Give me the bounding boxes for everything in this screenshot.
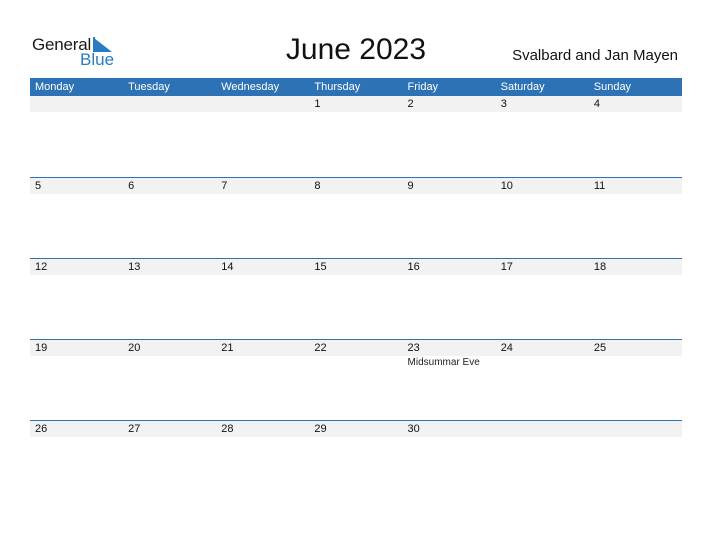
week-row: 1 2 3 4 bbox=[30, 96, 682, 177]
day-number: 14 bbox=[221, 261, 234, 273]
day-cell: 24 bbox=[496, 340, 589, 420]
day-cell: 8 bbox=[309, 178, 402, 258]
weekday-tuesday: Tuesday bbox=[128, 81, 170, 93]
day-cell: 13 bbox=[123, 259, 216, 339]
day-number: 10 bbox=[500, 180, 513, 192]
day-number: 26 bbox=[35, 423, 48, 435]
day-cell: 12 bbox=[30, 259, 123, 339]
day-cell: 5 bbox=[30, 178, 123, 258]
day-cell bbox=[216, 96, 309, 176]
day-number: 11 bbox=[593, 180, 606, 192]
day-number: 1 bbox=[314, 98, 321, 110]
day-cell: 21 bbox=[216, 340, 309, 420]
day-number: 22 bbox=[314, 342, 327, 354]
day-cell: 30 bbox=[403, 421, 496, 501]
day-cell bbox=[496, 421, 589, 501]
day-number: 19 bbox=[35, 342, 48, 354]
day-number: 13 bbox=[128, 261, 141, 273]
weekday-sunday: Sunday bbox=[593, 81, 632, 93]
day-cell: 6 bbox=[123, 178, 216, 258]
week-row: 19 20 21 22 23 Midsummar Eve 24 25 bbox=[30, 339, 682, 420]
day-number: 6 bbox=[128, 180, 135, 192]
day-number: 23 bbox=[407, 342, 420, 354]
day-number: 20 bbox=[128, 342, 141, 354]
weekday-thursday: Thursday bbox=[314, 81, 361, 93]
day-number: 15 bbox=[314, 261, 327, 273]
day-cell: 9 bbox=[403, 178, 496, 258]
day-number: 9 bbox=[407, 180, 414, 192]
day-cell: 22 bbox=[309, 340, 402, 420]
weekday-saturday: Saturday bbox=[500, 81, 545, 93]
weekday-friday: Friday bbox=[407, 81, 439, 93]
day-cell: 7 bbox=[216, 178, 309, 258]
day-cell: 14 bbox=[216, 259, 309, 339]
day-cell: 26 bbox=[30, 421, 123, 501]
day-cell bbox=[30, 96, 123, 176]
day-number: 28 bbox=[221, 423, 234, 435]
day-number: 5 bbox=[35, 180, 42, 192]
day-cell: 18 bbox=[589, 259, 682, 339]
day-number: 18 bbox=[593, 261, 607, 273]
day-number: 29 bbox=[314, 423, 327, 435]
day-cell: 20 bbox=[123, 340, 216, 420]
day-cell: 17 bbox=[496, 259, 589, 339]
holiday-label: Midsummar Eve bbox=[407, 357, 480, 368]
day-cell: 1 bbox=[309, 96, 402, 176]
day-number: 30 bbox=[407, 423, 420, 435]
weekday-header: Monday Tuesday Wednesday Thursday Friday… bbox=[30, 78, 682, 96]
day-number: 7 bbox=[221, 180, 228, 192]
week-row: 5 6 7 8 9 10 11 bbox=[30, 177, 682, 258]
day-number: 4 bbox=[593, 98, 600, 110]
day-cell: 2 bbox=[403, 96, 496, 176]
day-cell: 29 bbox=[309, 421, 402, 501]
day-number: 17 bbox=[500, 261, 513, 273]
day-number: 3 bbox=[500, 98, 507, 110]
day-number: 2 bbox=[407, 98, 414, 110]
day-number: 16 bbox=[407, 261, 420, 273]
day-cell: 23 Midsummar Eve bbox=[403, 340, 496, 420]
day-cell bbox=[123, 96, 216, 176]
day-cell: 28 bbox=[216, 421, 309, 501]
region-name: Svalbard and Jan Mayen bbox=[512, 47, 678, 64]
day-cell: 16 bbox=[403, 259, 496, 339]
day-cell: 11 bbox=[589, 178, 682, 258]
day-number: 27 bbox=[128, 423, 141, 435]
day-number: 12 bbox=[35, 261, 48, 273]
day-cell: 10 bbox=[496, 178, 589, 258]
weekday-monday: Monday bbox=[35, 81, 75, 93]
day-cell bbox=[589, 421, 682, 501]
day-cell: 25 bbox=[589, 340, 682, 420]
day-cell: 19 bbox=[30, 340, 123, 420]
day-cell: 3 bbox=[496, 96, 589, 176]
day-number: 25 bbox=[593, 342, 607, 354]
day-cell: 15 bbox=[309, 259, 402, 339]
day-number: 8 bbox=[314, 180, 321, 192]
day-number: 24 bbox=[500, 342, 513, 354]
week-row: 26 27 28 29 30 bbox=[30, 420, 682, 501]
weekday-wednesday: Wednesday bbox=[221, 81, 280, 93]
day-number: 21 bbox=[221, 342, 234, 354]
day-cell: 27 bbox=[123, 421, 216, 501]
week-row: 12 13 14 15 16 17 18 bbox=[30, 258, 682, 339]
day-cell: 4 bbox=[589, 96, 682, 176]
